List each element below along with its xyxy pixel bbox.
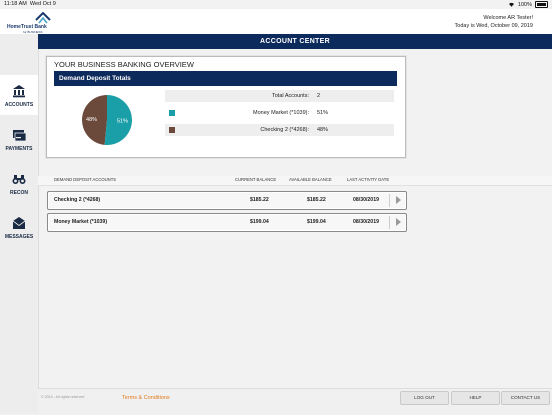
summary-row-checking: Checking 2 (*4268): 48% <box>165 124 394 136</box>
welcome-block: Welcome AR Tester! Today is Wed, October… <box>455 14 533 30</box>
row-divider <box>389 194 390 207</box>
col-header-current: CURRENT BALANCE <box>235 177 277 182</box>
current-balance: $185.22 <box>250 197 269 203</box>
sidebar: ACCOUNTS PAYMENTS RECON MESSAGES <box>0 34 39 414</box>
legend-swatch <box>169 110 175 116</box>
bank-icon <box>13 85 25 98</box>
legend-swatch <box>169 127 175 133</box>
account-list-header: DEMAND DEPOSIT ACCOUNTS CURRENT BALANCE … <box>38 176 552 186</box>
overview-title: YOUR BUSINESS BANKING OVERVIEW <box>54 60 194 69</box>
col-header-last-activity: LAST ACTIVITY DATE <box>347 177 390 182</box>
demand-deposit-header: Demand Deposit Totals <box>54 71 397 86</box>
total-accounts-row: Total Accounts: 2 <box>165 90 394 102</box>
copyright-text: © 2019 - All rights reserved <box>41 395 85 399</box>
last-activity-date: 08/30/2019 <box>353 197 379 203</box>
logout-button[interactable]: LOG OUT <box>400 391 449 405</box>
pie-label: 51% <box>117 119 128 125</box>
contact-us-button[interactable]: CONTACT US <box>501 391 550 405</box>
deposit-pie-chart: 48% 51% <box>81 95 132 145</box>
sidebar-item-label: ACCOUNTS <box>4 102 34 108</box>
sidebar-item-label: RECON <box>9 190 29 196</box>
page-title: ACCOUNT CENTER <box>38 34 552 49</box>
summary-row-money-market: Money Market (*1039): 51% <box>165 107 394 119</box>
battery-percent: 100% <box>517 1 532 8</box>
payments-icon <box>13 130 26 142</box>
last-activity-date: 08/30/2019 <box>353 219 379 225</box>
available-balance: $185.22 <box>307 197 326 203</box>
status-bar: 11:18 AM Wed Oct 9 100% <box>0 0 552 9</box>
summary-label: Money Market (*1039): <box>253 110 309 116</box>
status-time-text: 11:18 AM <box>4 1 27 7</box>
help-button[interactable]: HELP <box>451 391 500 405</box>
status-date: Wed Oct 9 <box>29 1 56 7</box>
envelope-icon <box>12 217 26 229</box>
status-right: 100% <box>508 1 548 8</box>
app-header: HomeTrust Bank for BUSINESS Welcome AR T… <box>0 9 552 34</box>
binoculars-icon <box>12 175 26 184</box>
account-row-checking[interactable]: Checking 2 (*4268) $185.22 $185.22 08/30… <box>47 191 407 210</box>
account-name: Checking 2 (*4268) <box>54 197 101 203</box>
account-row-money-market[interactable]: Money Market (*1039) $199.04 $199.04 08/… <box>47 213 407 232</box>
summary-value: 51% <box>317 110 329 116</box>
pie-label: 48% <box>86 117 97 123</box>
status-time: 11:18 AM Wed Oct 9 <box>4 1 56 7</box>
today-text: Today is Wed, October 09, 2019 <box>454 23 533 29</box>
chevron-right-icon <box>396 218 401 226</box>
wifi-icon <box>508 2 514 7</box>
col-header-available: AVAILABLE BALANCE <box>289 177 332 182</box>
welcome-text: Welcome AR Tester! <box>483 15 533 21</box>
row-divider <box>389 216 390 229</box>
footer: © 2019 - All rights reserved Terms & Con… <box>38 388 552 415</box>
bank-logo: HomeTrust Bank for BUSINESS <box>7 12 51 34</box>
col-header-accounts: DEMAND DEPOSIT ACCOUNTS <box>54 177 117 182</box>
total-accounts-label: Total Accounts: <box>272 93 309 99</box>
logo-mark-icon <box>35 12 51 24</box>
available-balance: $199.04 <box>307 219 326 225</box>
summary-label: Checking 2 (*4268): <box>260 127 309 133</box>
sidebar-item-accounts[interactable]: ACCOUNTS <box>0 75 38 115</box>
summary-value: 48% <box>317 127 329 133</box>
sidebar-item-messages[interactable]: MESSAGES <box>0 207 38 247</box>
battery-icon <box>535 1 548 8</box>
sidebar-item-label: PAYMENTS <box>5 146 33 152</box>
sidebar-item-label: MESSAGES <box>4 234 34 240</box>
total-accounts-value: 2 <box>317 93 321 99</box>
sidebar-item-payments[interactable]: PAYMENTS <box>0 119 38 159</box>
current-balance: $199.04 <box>250 219 269 225</box>
sidebar-item-recon[interactable]: RECON <box>0 163 38 203</box>
chevron-right-icon <box>396 196 401 204</box>
account-name: Money Market (*1039) <box>54 219 108 225</box>
deposit-summary: Total Accounts: 2 Money Market (*1039): … <box>165 90 394 141</box>
terms-link[interactable]: Terms & Conditions <box>122 395 170 401</box>
